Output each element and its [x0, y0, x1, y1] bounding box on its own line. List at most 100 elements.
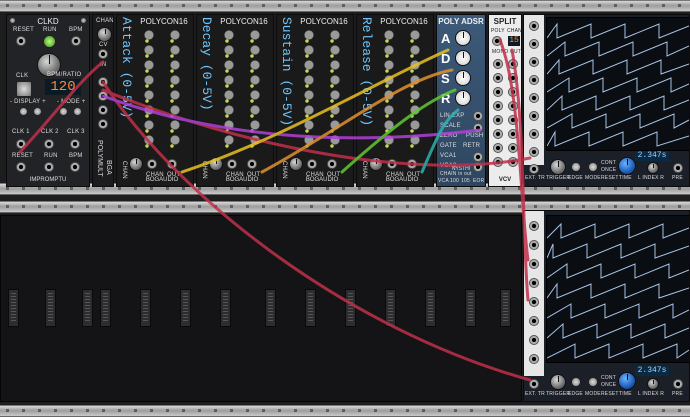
split-out-2[interactable] [508, 59, 518, 69]
polymult-out-jack-4[interactable] [98, 119, 108, 129]
scope-input-jack-3[interactable] [529, 259, 539, 269]
trigger-knob[interactable] [550, 374, 566, 390]
split-out-12[interactable] [508, 129, 518, 139]
scope-input-jack-1[interactable] [529, 21, 539, 31]
scope-module-1: EXT. TR TRIGGER EDGE MODE CONT ONCE RESE… [523, 14, 690, 187]
mode-button[interactable] [588, 377, 598, 387]
clk3-output-jack[interactable] [70, 139, 80, 149]
clk1-output-jack[interactable] [16, 139, 26, 149]
decay-knob[interactable] [455, 50, 471, 66]
gate-input-jack[interactable] [473, 111, 483, 121]
polycon-chan-knob[interactable] [209, 157, 223, 171]
polycon-out-jack[interactable] [167, 159, 177, 169]
polycon-chan-knob[interactable] [369, 157, 383, 171]
pre-jack[interactable] [673, 163, 683, 173]
polycon-out-jack[interactable] [327, 159, 337, 169]
clk-button[interactable] [16, 81, 32, 97]
polycon-chan-jack[interactable] [387, 159, 397, 169]
scope-input-jack-7[interactable] [529, 335, 539, 345]
scope-input-jack-2[interactable] [529, 240, 539, 250]
bpm-out-label: BPM [69, 153, 83, 159]
split-out-4[interactable] [508, 73, 518, 83]
split-out-15[interactable] [493, 157, 503, 167]
ext-tr-jack[interactable] [529, 164, 539, 174]
reset-input-jack[interactable] [16, 36, 26, 46]
scope-input-jack-3[interactable] [529, 57, 539, 67]
blank-panel[interactable] [0, 215, 522, 402]
scope-input-jack-1[interactable] [529, 221, 539, 231]
reset-output-jack[interactable] [16, 162, 26, 172]
mode-minus-button[interactable] [59, 107, 68, 116]
split-out-13[interactable] [493, 143, 503, 153]
scope-input-jack-6[interactable] [529, 111, 539, 121]
polymult-out-jack-3[interactable] [98, 105, 108, 115]
retr-input-jack[interactable] [473, 123, 483, 133]
bpm-output-jack[interactable] [70, 162, 80, 172]
display-plus-button[interactable] [33, 107, 42, 116]
index-knob[interactable] [647, 378, 659, 390]
run-button[interactable] [43, 35, 56, 48]
attack-knob[interactable] [455, 30, 471, 46]
split-out-3[interactable] [493, 73, 503, 83]
polymult-name: POLYMULT [96, 140, 103, 177]
split-out-5[interactable] [493, 87, 503, 97]
clkd-module: CLKD RESET RUN BPM CLK BPM/RATIO 120 - D… [6, 14, 90, 187]
mode-button[interactable] [588, 162, 598, 172]
scope-input-jack-8[interactable] [529, 354, 539, 364]
scope-input-jack-2[interactable] [529, 39, 539, 49]
poly-adsr-brand: NYSTHI [451, 166, 471, 172]
scope-input-jack-4[interactable] [529, 75, 539, 85]
index-knob[interactable] [647, 162, 659, 174]
clk3-label: CLK 3 [67, 129, 85, 135]
polycon-chan-knob[interactable] [289, 157, 303, 171]
sustain-knob[interactable] [455, 70, 471, 86]
polycon-title: POLYCON16 [140, 17, 188, 26]
clk-label: CLK [16, 73, 29, 79]
mode-plus-button[interactable] [73, 107, 82, 116]
time-knob[interactable] [618, 157, 636, 175]
clk2-output-jack[interactable] [44, 139, 54, 149]
ext-tr-jack[interactable] [529, 379, 539, 389]
scope-input-jack-8[interactable] [529, 147, 539, 157]
split-out-9[interactable] [493, 115, 503, 125]
polycon-out-jack[interactable] [247, 159, 257, 169]
edge-button[interactable] [571, 377, 581, 387]
split-out-1[interactable] [493, 59, 503, 69]
vca1-input-jack[interactable] [473, 152, 483, 162]
poly-adsr-module: POLY ADSR A D S R LIN EXP SCALE ZERO PUS… [436, 14, 486, 187]
split-out-11[interactable] [493, 129, 503, 139]
time-knob[interactable] [618, 372, 636, 390]
polymult-out-jack-2[interactable] [98, 91, 108, 101]
split-out-14[interactable] [508, 143, 518, 153]
polycon-out-jack[interactable] [407, 159, 417, 169]
scope-input-jack-6[interactable] [529, 316, 539, 326]
split-out-7[interactable] [493, 101, 503, 111]
release-knob[interactable] [455, 90, 471, 106]
split-out-6[interactable] [508, 87, 518, 97]
polycon-chan-jack[interactable] [147, 159, 157, 169]
bpm-input-jack[interactable] [71, 36, 81, 46]
polymult-cv-jack[interactable] [98, 49, 108, 59]
split-out-16[interactable] [508, 157, 518, 167]
scope-input-jack-5[interactable] [529, 93, 539, 103]
run-output-jack[interactable] [44, 162, 54, 172]
scope-input-jack-7[interactable] [529, 129, 539, 139]
polycon-chan-jack[interactable] [307, 159, 317, 169]
polymult-chan-knob[interactable] [97, 27, 112, 42]
pre-jack[interactable] [673, 379, 683, 389]
scope-input-jack-5[interactable] [529, 297, 539, 307]
polycon-chan-jack[interactable] [227, 159, 237, 169]
split-out-8[interactable] [508, 101, 518, 111]
polycon-chan-knob[interactable] [129, 157, 143, 171]
time-display: 2.347s [635, 366, 669, 376]
polymult-out-jack-1[interactable] [98, 77, 108, 87]
split-poly-label: POLY [491, 28, 505, 34]
split-poly-input-jack[interactable] [492, 36, 502, 46]
scope-waveforms [547, 22, 689, 147]
polycon-brand: BOGAUDIO [225, 177, 259, 183]
trigger-knob[interactable] [550, 159, 566, 175]
edge-button[interactable] [571, 162, 581, 172]
split-out-10[interactable] [508, 115, 518, 125]
display-minus-button[interactable] [19, 107, 28, 116]
scope-input-jack-4[interactable] [529, 278, 539, 288]
